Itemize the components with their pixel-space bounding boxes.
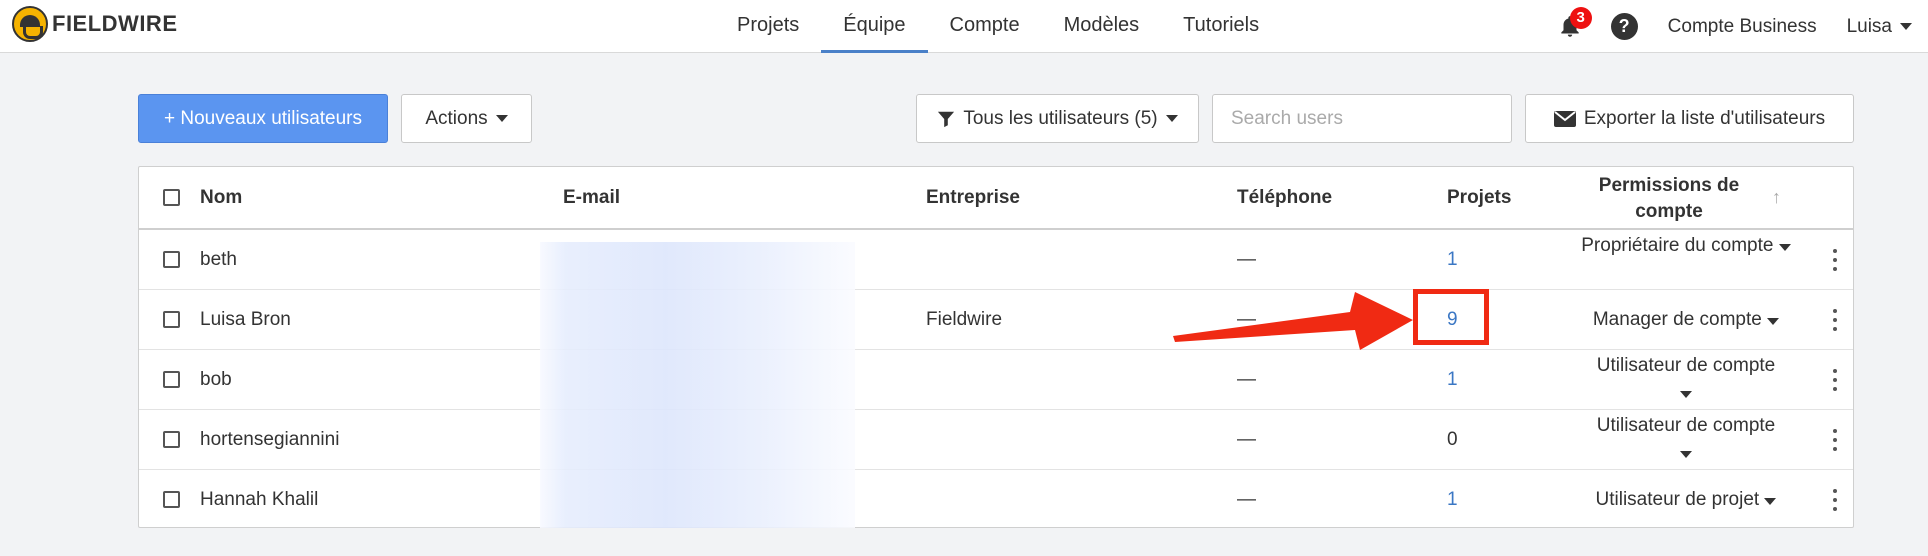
notification-count-badge: 3 (1569, 6, 1592, 29)
user-name: Hannah Khalil (200, 489, 319, 510)
chevron-down-icon (1764, 498, 1777, 505)
top-navigation-bar: FIELDWIRE Projets Équipe Compte Modèles … (0, 0, 1928, 53)
notifications-button[interactable]: 3 (1557, 6, 1592, 40)
permission-label: Utilisateur de compte (1596, 355, 1776, 376)
row-checkbox[interactable] (163, 431, 180, 448)
user-name: Luisa (1846, 15, 1892, 37)
permission-label: Utilisateur de projet (1595, 489, 1760, 510)
user-phone: — (1237, 369, 1256, 390)
permission-dropdown[interactable]: Utilisateur de compte (1579, 412, 1793, 466)
user-phone: — (1237, 489, 1256, 510)
permission-label: Propriétaire du compte (1581, 235, 1774, 256)
table-row: beth — 1 Propriétaire du compte (139, 230, 1853, 290)
more-options-icon[interactable] (1832, 309, 1838, 331)
user-projects-link[interactable]: 1 (1447, 369, 1458, 391)
help-icon[interactable]: ? (1610, 13, 1638, 40)
select-all-checkbox[interactable] (163, 189, 180, 206)
more-options-icon[interactable] (1832, 249, 1838, 271)
actions-dropdown[interactable]: Actions (401, 94, 532, 143)
row-checkbox[interactable] (163, 491, 180, 508)
nav-modeles[interactable]: Modèles (1042, 0, 1162, 53)
nav-compte[interactable]: Compte (928, 0, 1042, 53)
column-header-permissions[interactable]: Permissions de compte (1579, 173, 1759, 225)
user-filter-dropdown[interactable]: Tous les utilisateurs (5) (916, 94, 1199, 143)
more-options-icon[interactable] (1832, 429, 1838, 451)
user-projects-link[interactable]: 1 (1447, 489, 1458, 511)
envelope-icon (1553, 110, 1576, 127)
more-options-icon[interactable] (1832, 369, 1838, 391)
user-phone: — (1237, 249, 1256, 270)
actions-label: Actions (425, 107, 488, 129)
annotation-highlight-box (1413, 289, 1489, 345)
table-row: Luisa Bron Fieldwire — 9 Manager de comp… (139, 290, 1853, 350)
new-users-button[interactable]: + Nouveaux utilisateurs (138, 94, 388, 143)
nav-projets[interactable]: Projets (715, 0, 821, 53)
column-header-company[interactable]: Entreprise (926, 187, 1020, 209)
business-account-link[interactable]: Compte Business (1668, 16, 1817, 38)
export-users-button[interactable]: Exporter la liste d'utilisateurs (1525, 94, 1854, 143)
permission-label: Manager de compte (1592, 309, 1762, 330)
annotation-arrow-icon (1173, 292, 1413, 350)
column-header-phone[interactable]: Téléphone (1237, 187, 1332, 209)
brand-name: FIELDWIRE (52, 11, 178, 36)
chevron-down-icon (1680, 451, 1692, 458)
main-nav: Projets Équipe Compte Modèles Tutoriels (715, 0, 1281, 53)
user-projects-count: 0 (1447, 429, 1458, 450)
search-users-input[interactable] (1212, 94, 1512, 143)
fieldwire-logo[interactable]: FIELDWIRE (12, 6, 178, 42)
nav-tutoriels[interactable]: Tutoriels (1161, 0, 1281, 53)
hardhat-logo-icon (12, 6, 48, 42)
table-row: bob — 1 Utilisateur de compte (139, 350, 1853, 410)
table-row: hortensegiannini — 0 Utilisateur de comp… (139, 410, 1853, 470)
row-checkbox[interactable] (163, 251, 180, 268)
user-name: Luisa Bron (200, 309, 291, 330)
chevron-down-icon (1900, 23, 1912, 30)
table-row: Hannah Khalil — 1 Utilisateur de projet (139, 470, 1853, 530)
row-checkbox[interactable] (163, 311, 180, 328)
table-header: Nom E-mail Entreprise Téléphone Projets … (139, 167, 1853, 230)
user-name: bob (200, 369, 232, 390)
users-table: Nom E-mail Entreprise Téléphone Projets … (138, 166, 1854, 528)
sort-arrow-up-icon[interactable]: ↑ (1772, 187, 1781, 208)
nav-equipe[interactable]: Équipe (821, 0, 928, 53)
permission-dropdown[interactable]: Propriétaire du compte (1579, 232, 1793, 259)
filter-icon (938, 111, 955, 127)
chevron-down-icon (1165, 115, 1178, 122)
chevron-down-icon (1778, 244, 1791, 251)
permission-label: Utilisateur de compte (1596, 415, 1776, 436)
user-projects-link[interactable]: 1 (1447, 249, 1458, 271)
chevron-down-icon (1680, 391, 1692, 398)
column-header-name[interactable]: Nom (200, 187, 242, 209)
chevron-down-icon (495, 115, 508, 122)
user-company: Fieldwire (926, 309, 1003, 330)
user-name: beth (200, 249, 237, 270)
permission-dropdown[interactable]: Manager de compte (1579, 306, 1793, 333)
user-name: hortensegiannini (200, 429, 340, 450)
user-phone: — (1237, 429, 1256, 450)
chevron-down-icon (1767, 318, 1780, 325)
filter-label: Tous les utilisateurs (5) (963, 107, 1158, 129)
header-right: 3 ? Compte Business Luisa (1557, 0, 1928, 53)
row-checkbox[interactable] (163, 371, 180, 388)
export-label: Exporter la liste d'utilisateurs (1583, 107, 1826, 129)
user-menu[interactable]: Luisa (1847, 16, 1912, 38)
permission-dropdown[interactable]: Utilisateur de compte (1579, 352, 1793, 406)
redacted-email-column (540, 242, 855, 528)
permission-dropdown[interactable]: Utilisateur de projet (1579, 486, 1793, 513)
column-header-email[interactable]: E-mail (563, 187, 620, 209)
more-options-icon[interactable] (1832, 489, 1838, 511)
column-header-projects[interactable]: Projets (1447, 187, 1511, 209)
